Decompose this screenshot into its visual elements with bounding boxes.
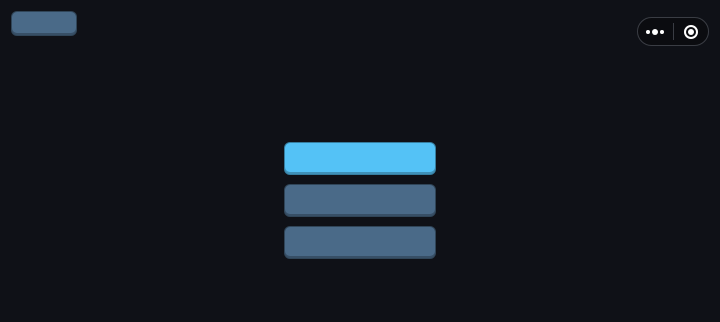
more-button[interactable] (638, 18, 673, 45)
target-circle-icon (683, 24, 698, 39)
mini-program-capsule (637, 17, 709, 46)
game-screen (0, 0, 720, 322)
more-dots-icon (646, 28, 665, 35)
menu-button-3[interactable] (284, 226, 436, 259)
menu-button-1[interactable] (284, 142, 436, 175)
top-left-button[interactable] (11, 11, 77, 36)
close-button[interactable] (674, 18, 709, 45)
menu-button-2[interactable] (284, 184, 436, 217)
